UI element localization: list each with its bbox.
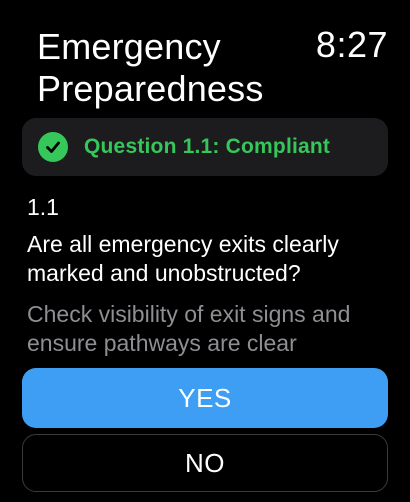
- status-banner: Question 1.1: Compliant: [22, 118, 388, 176]
- watch-screen: Emergency Preparedness 8:27 Question 1.1…: [0, 0, 410, 502]
- question-number: 1.1: [27, 194, 59, 220]
- checkmark-circle-icon: [38, 132, 68, 162]
- status-text: Question 1.1: Compliant: [84, 135, 331, 158]
- question-text: Are all emergency exits clearly marked a…: [27, 231, 339, 286]
- question-hint: Check visibility of exit signs and ensur…: [27, 301, 351, 356]
- page-title-line2: Preparedness: [37, 68, 264, 109]
- clock: 8:27: [315, 24, 388, 65]
- yes-button[interactable]: YES: [22, 368, 388, 428]
- no-button[interactable]: NO: [22, 434, 388, 492]
